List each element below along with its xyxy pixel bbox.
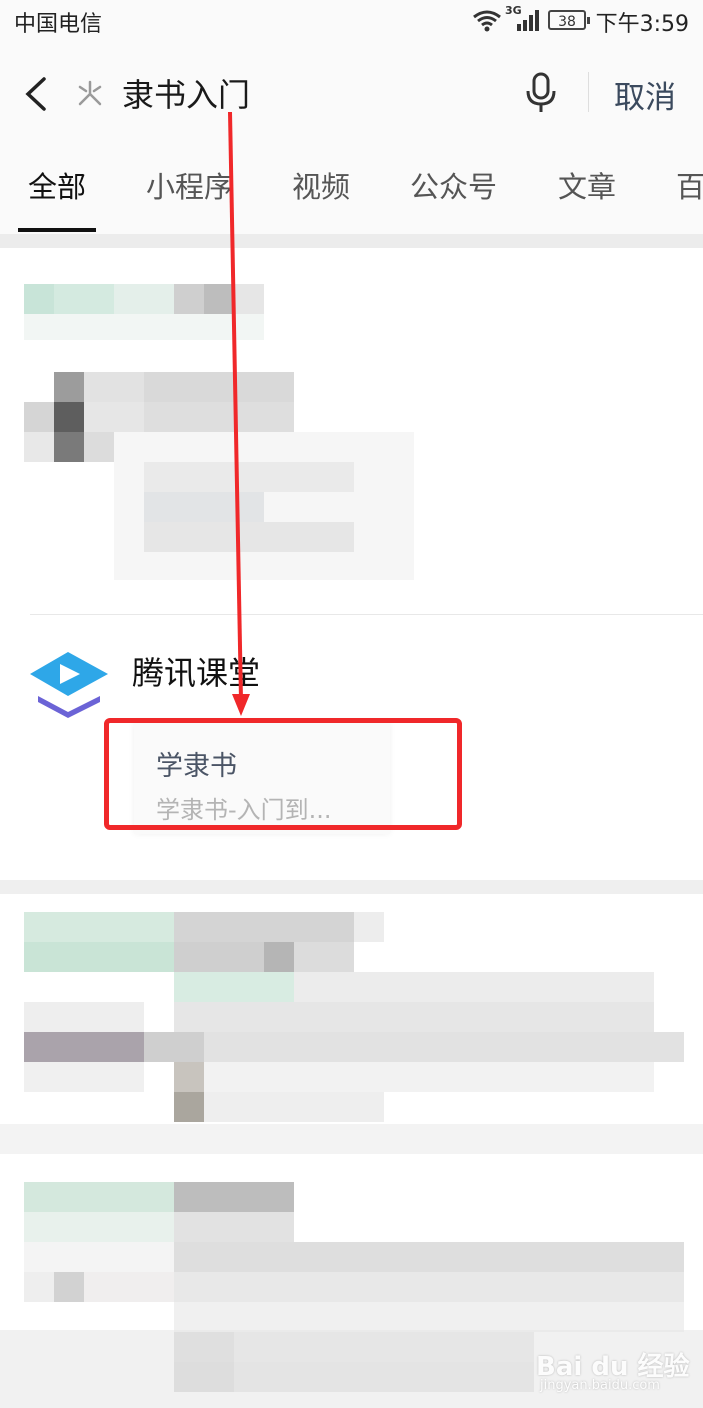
cancel-button[interactable]: 取消 [614, 72, 676, 117]
divider [30, 614, 703, 615]
tab-indicator [18, 228, 96, 232]
carrier-label: 中国电信 [14, 12, 103, 37]
section-divider [0, 880, 703, 894]
divider [588, 72, 589, 112]
wifi-icon [473, 10, 501, 32]
app-name[interactable]: 腾讯课堂 [132, 648, 260, 694]
tab-official-account[interactable]: 公众号 [410, 164, 497, 206]
annotation-highlight-box [104, 718, 462, 830]
tab-baike[interactable]: 百 [676, 164, 703, 206]
miniapp-icon [78, 80, 102, 106]
tab-video[interactable]: 视频 [292, 164, 350, 206]
clock: 下午3:59 [595, 12, 689, 37]
mic-icon[interactable] [524, 72, 558, 114]
section-divider [0, 1124, 703, 1154]
search-input[interactable]: 隶书入门 [122, 70, 250, 116]
battery-indicator: 38 [548, 10, 590, 30]
tab-all[interactable]: 全部 [28, 164, 86, 206]
signal-icon [517, 10, 539, 31]
back-icon[interactable] [22, 76, 50, 112]
tencent-classroom-logo [30, 652, 108, 718]
section-divider [0, 234, 703, 248]
tab-article[interactable]: 文章 [558, 164, 616, 206]
tab-miniprogram[interactable]: 小程序 [146, 164, 233, 206]
watermark-url: jingyan.baidu.com [540, 1378, 660, 1393]
